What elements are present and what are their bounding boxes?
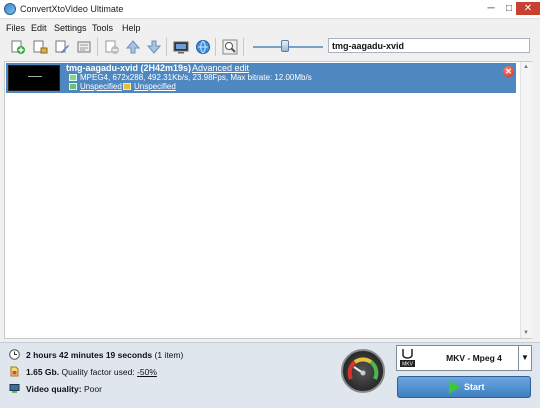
menu-files[interactable]: Files [6, 23, 25, 33]
video-track-icon [69, 74, 77, 81]
remove-file-button[interactable]: ✕ [503, 66, 514, 77]
audio-track-link[interactable]: Unspecified [80, 82, 122, 91]
output-format-label: MKV - Mpeg 4 [446, 353, 502, 363]
duration-line: 2 hours 42 minutes 19 seconds (1 item) [26, 350, 183, 360]
close-button[interactable]: ✕ [516, 2, 540, 15]
video-thumbnail[interactable] [8, 65, 60, 91]
clock-icon [9, 349, 20, 360]
scroll-up-icon[interactable]: ▲ [522, 64, 530, 70]
chevron-down-icon[interactable]: ▼ [521, 353, 529, 362]
add-folder-icon[interactable] [31, 38, 49, 56]
format-dropdown-divider [518, 345, 519, 371]
menu-help[interactable]: Help [122, 23, 141, 33]
preview-icon[interactable] [172, 38, 190, 56]
remove-icon[interactable] [103, 38, 121, 56]
gauge-dial-icon [347, 357, 379, 380]
move-up-icon[interactable] [124, 38, 142, 56]
search-input[interactable] [328, 38, 530, 53]
size-line: 1.65 Gb. Quality factor used: -50% [26, 367, 157, 377]
zoom-slider-handle[interactable] [280, 40, 289, 52]
mkv-badge-text: MKV [402, 362, 414, 368]
globe-icon[interactable] [194, 38, 212, 56]
start-button-label: Start [464, 382, 485, 392]
subtitle-track-icon [123, 83, 131, 90]
menu-settings[interactable]: Settings [54, 23, 87, 33]
subtitle-track-link[interactable]: Unspecified [134, 82, 176, 91]
item-count: (1 item) [154, 350, 184, 360]
quality-factor-link[interactable]: -50% [137, 367, 157, 377]
video-quality-icon [9, 383, 20, 394]
edit-icon[interactable] [53, 38, 71, 56]
video-quality-label: Video quality: [26, 384, 82, 394]
mkv-format-icon: MKV [400, 348, 415, 368]
toolbar-separator [166, 38, 167, 56]
menu-edit[interactable]: Edit [31, 23, 47, 33]
size-icon [9, 366, 20, 377]
quality-gauge [341, 349, 385, 393]
toolbar-separator [215, 38, 216, 56]
minimize-button[interactable]: ─ [482, 2, 500, 15]
audio-track-icon [69, 83, 77, 90]
advanced-edit-link[interactable]: Advanced edit [192, 63, 249, 73]
file-title: tmg-aagadu-xvid (2H42m19s) [66, 63, 192, 73]
total-duration: 2 hours 42 minutes 19 seconds [26, 350, 153, 360]
menu-tools[interactable]: Tools [92, 23, 113, 33]
vertical-scrollbar[interactable] [520, 62, 532, 338]
output-size: 1.65 Gb. [26, 367, 60, 377]
move-down-icon[interactable] [145, 38, 163, 56]
video-quality-value: Poor [83, 384, 102, 394]
thumbnail-frame [28, 76, 42, 77]
toolbar-separator [243, 38, 244, 56]
file-list[interactable] [4, 61, 532, 339]
properties-icon[interactable] [75, 38, 93, 56]
quality-factor-label: Quality factor used: [61, 367, 135, 377]
scroll-down-icon[interactable]: ▼ [522, 330, 530, 336]
add-file-icon[interactable] [9, 38, 27, 56]
toolbar-separator [97, 38, 98, 56]
video-quality-line: Video quality: Poor [26, 384, 102, 394]
file-meta: MPEG4, 672x288, 492.31Kb/s, 23.98Fps, Ma… [80, 73, 312, 82]
magnifier-icon[interactable] [221, 38, 239, 56]
app-logo-icon [4, 3, 16, 15]
window-title: ConvertXtoVideo Ultimate [20, 4, 124, 14]
play-icon [449, 380, 460, 394]
